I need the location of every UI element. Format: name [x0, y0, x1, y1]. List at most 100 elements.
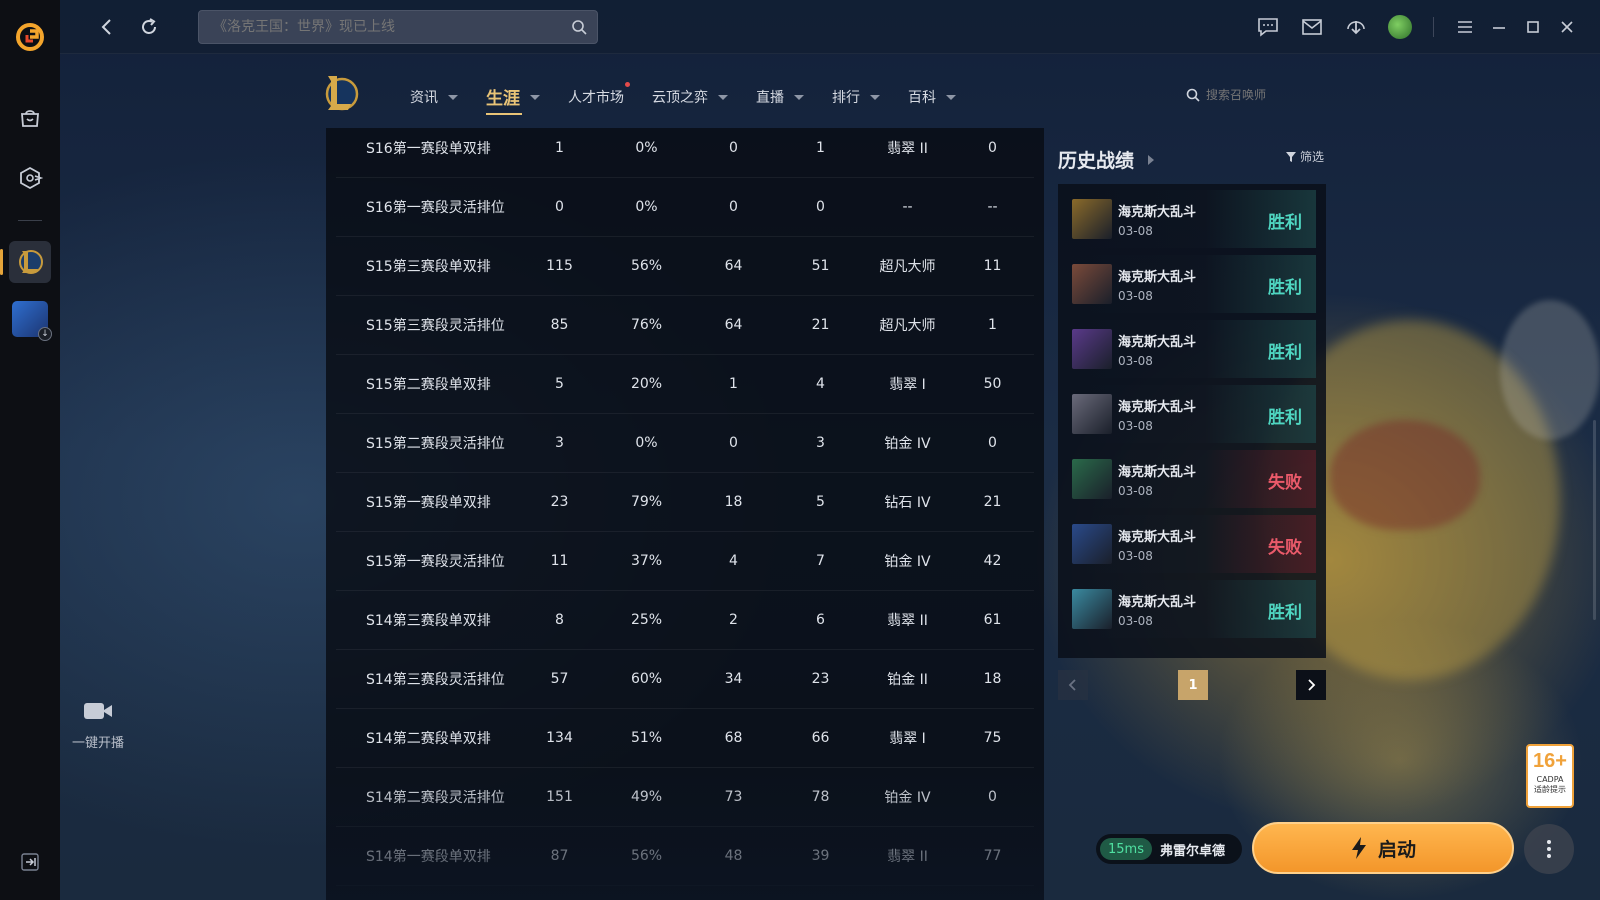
stat-cell: 37%: [630, 552, 663, 569]
one-click-stream-button[interactable]: 一键开播: [66, 700, 130, 751]
download-icon: ↓: [38, 327, 52, 341]
tab-3[interactable]: 云顶之弈: [652, 84, 728, 109]
stat-cell: 21: [811, 316, 830, 333]
minimize-icon[interactable]: [1486, 14, 1512, 40]
stat-cell: 4: [816, 375, 825, 392]
tab-0[interactable]: 资讯: [410, 84, 458, 109]
tab-label: 人才市场: [568, 89, 624, 106]
summoner-search-icon[interactable]: [1186, 88, 1200, 102]
current-page[interactable]: 1: [1178, 670, 1208, 700]
stat-cell: 5: [816, 493, 825, 510]
match-date: 03-08: [1118, 613, 1153, 628]
table-row: S15第三赛段单双排 115 56% 64 51 超凡大师 11: [336, 236, 1034, 296]
history-header[interactable]: 历史战绩: [1058, 146, 1155, 173]
season-name-cell: S15第二赛段灵活排位: [366, 435, 505, 452]
store-icon[interactable]: [10, 98, 50, 138]
season-name-cell: S14第三赛段单双排: [366, 612, 491, 629]
mail-icon[interactable]: [1299, 14, 1325, 40]
stat-cell: 超凡大师: [879, 258, 936, 275]
search-icon[interactable]: [571, 19, 587, 35]
maximize-icon[interactable]: [1520, 14, 1546, 40]
more-vertical-icon: [1547, 840, 1551, 858]
user-avatar[interactable]: [1387, 14, 1413, 40]
match-result: 失败: [1268, 473, 1302, 493]
champion-portrait: [1072, 524, 1112, 564]
chevron-down-icon: [794, 95, 804, 100]
global-search-box[interactable]: [198, 10, 598, 44]
prev-page-button[interactable]: [1058, 670, 1088, 700]
stat-cell: 20%: [630, 375, 663, 392]
stat-cell: 1: [555, 139, 564, 156]
match-history-item[interactable]: 海克斯大乱斗 03-08 胜利: [1070, 255, 1316, 313]
tab-4[interactable]: 直播: [756, 84, 804, 109]
table-row: S16第一赛段单双排 1 0% 0 1 翡翠 II 0: [336, 128, 1034, 178]
stat-cell: 61: [983, 611, 1002, 628]
match-history-item[interactable]: 海克斯大乱斗 03-08 胜利: [1070, 320, 1316, 378]
stat-cell: 115: [546, 257, 573, 274]
season-name-cell: S15第三赛段单双排: [366, 258, 491, 275]
filter-button[interactable]: 筛选: [1286, 148, 1324, 165]
collapse-sidebar-icon[interactable]: [20, 852, 40, 872]
back-icon[interactable]: [96, 16, 118, 38]
season-name-cell: S14第二赛段灵活排位: [366, 789, 505, 806]
tab-5[interactable]: 排行: [832, 84, 880, 109]
tab-2[interactable]: 人才市场: [568, 82, 630, 109]
stat-cell: 23: [550, 493, 569, 510]
summoner-search-input[interactable]: [1206, 88, 1316, 102]
tab-1[interactable]: 生涯: [486, 84, 540, 115]
match-info: 海克斯大乱斗 03-08: [1118, 266, 1196, 303]
game-center-icon[interactable]: [10, 158, 50, 198]
stat-cell: 翡翠 I: [889, 376, 926, 393]
launch-button[interactable]: 启动: [1252, 822, 1514, 874]
scrollbar[interactable]: [1593, 420, 1596, 620]
match-history-item[interactable]: 海克斯大乱斗 03-08 胜利: [1070, 385, 1316, 443]
season-name-cell: S14第一赛段单双排: [366, 848, 491, 865]
refresh-icon[interactable]: [138, 16, 160, 38]
sidebar-item-game[interactable]: ↓: [12, 301, 52, 341]
menu-icon[interactable]: [1452, 14, 1478, 40]
match-date: 03-08: [1118, 548, 1153, 563]
stat-cell: 51: [811, 257, 830, 274]
season-name-cell: S15第一赛段单双排: [366, 494, 491, 511]
download-manager-icon[interactable]: [1343, 14, 1369, 40]
match-date: 03-08: [1118, 288, 1153, 303]
stat-cell: 78: [811, 788, 830, 805]
close-icon[interactable]: [1554, 14, 1580, 40]
stat-cell: 68: [724, 729, 743, 746]
sidebar-item-lol[interactable]: [0, 241, 51, 283]
next-page-button[interactable]: [1296, 670, 1326, 700]
ping-badge: 15ms: [1100, 838, 1152, 860]
lol-brand-icon[interactable]: [320, 72, 360, 116]
stat-cell: 0: [555, 198, 564, 215]
chat-icon[interactable]: [1255, 14, 1281, 40]
server-name: 弗雷尔卓德: [1159, 843, 1225, 859]
app-logo-icon[interactable]: [15, 22, 45, 52]
history-title: 历史战绩: [1058, 150, 1135, 172]
server-selector[interactable]: 15ms 弗雷尔卓德: [1096, 834, 1242, 864]
stat-cell: 0: [729, 198, 738, 215]
table-row: S15第二赛段灵活排位 3 0% 0 3 铂金 IV 0: [336, 413, 1034, 473]
stat-cell: 0%: [635, 139, 658, 156]
stat-cell: 73: [724, 788, 743, 805]
match-info: 海克斯大乱斗 03-08: [1118, 461, 1196, 498]
stat-cell: 3: [555, 434, 564, 451]
lol-tab-bar: 资讯 生涯 人才市场 云顶之弈 直播 排行 百科: [410, 82, 984, 115]
tab-6[interactable]: 百科: [908, 84, 956, 109]
match-history-item[interactable]: 海克斯大乱斗 03-08 失败: [1070, 515, 1316, 573]
more-options-button[interactable]: [1524, 824, 1574, 874]
toolbar-divider: [1433, 17, 1434, 37]
lol-logo-icon: [19, 250, 43, 274]
match-history-item[interactable]: 海克斯大乱斗 03-08 失败: [1070, 450, 1316, 508]
stat-cell: 49%: [630, 788, 663, 805]
match-history-item[interactable]: 海克斯大乱斗 03-08 胜利: [1070, 190, 1316, 248]
stat-cell: 8: [555, 611, 564, 628]
stream-label: 一键开播: [71, 736, 124, 751]
match-date: 03-08: [1118, 353, 1153, 368]
stat-cell: 3: [816, 434, 825, 451]
summoner-search[interactable]: [1186, 88, 1316, 102]
filter-icon: [1286, 151, 1296, 162]
global-search-input[interactable]: [199, 11, 597, 43]
match-info: 海克斯大乱斗 03-08: [1118, 526, 1196, 563]
match-history-item[interactable]: 海克斯大乱斗 03-08 胜利: [1070, 580, 1316, 638]
match-mode: 海克斯大乱斗: [1118, 464, 1197, 480]
